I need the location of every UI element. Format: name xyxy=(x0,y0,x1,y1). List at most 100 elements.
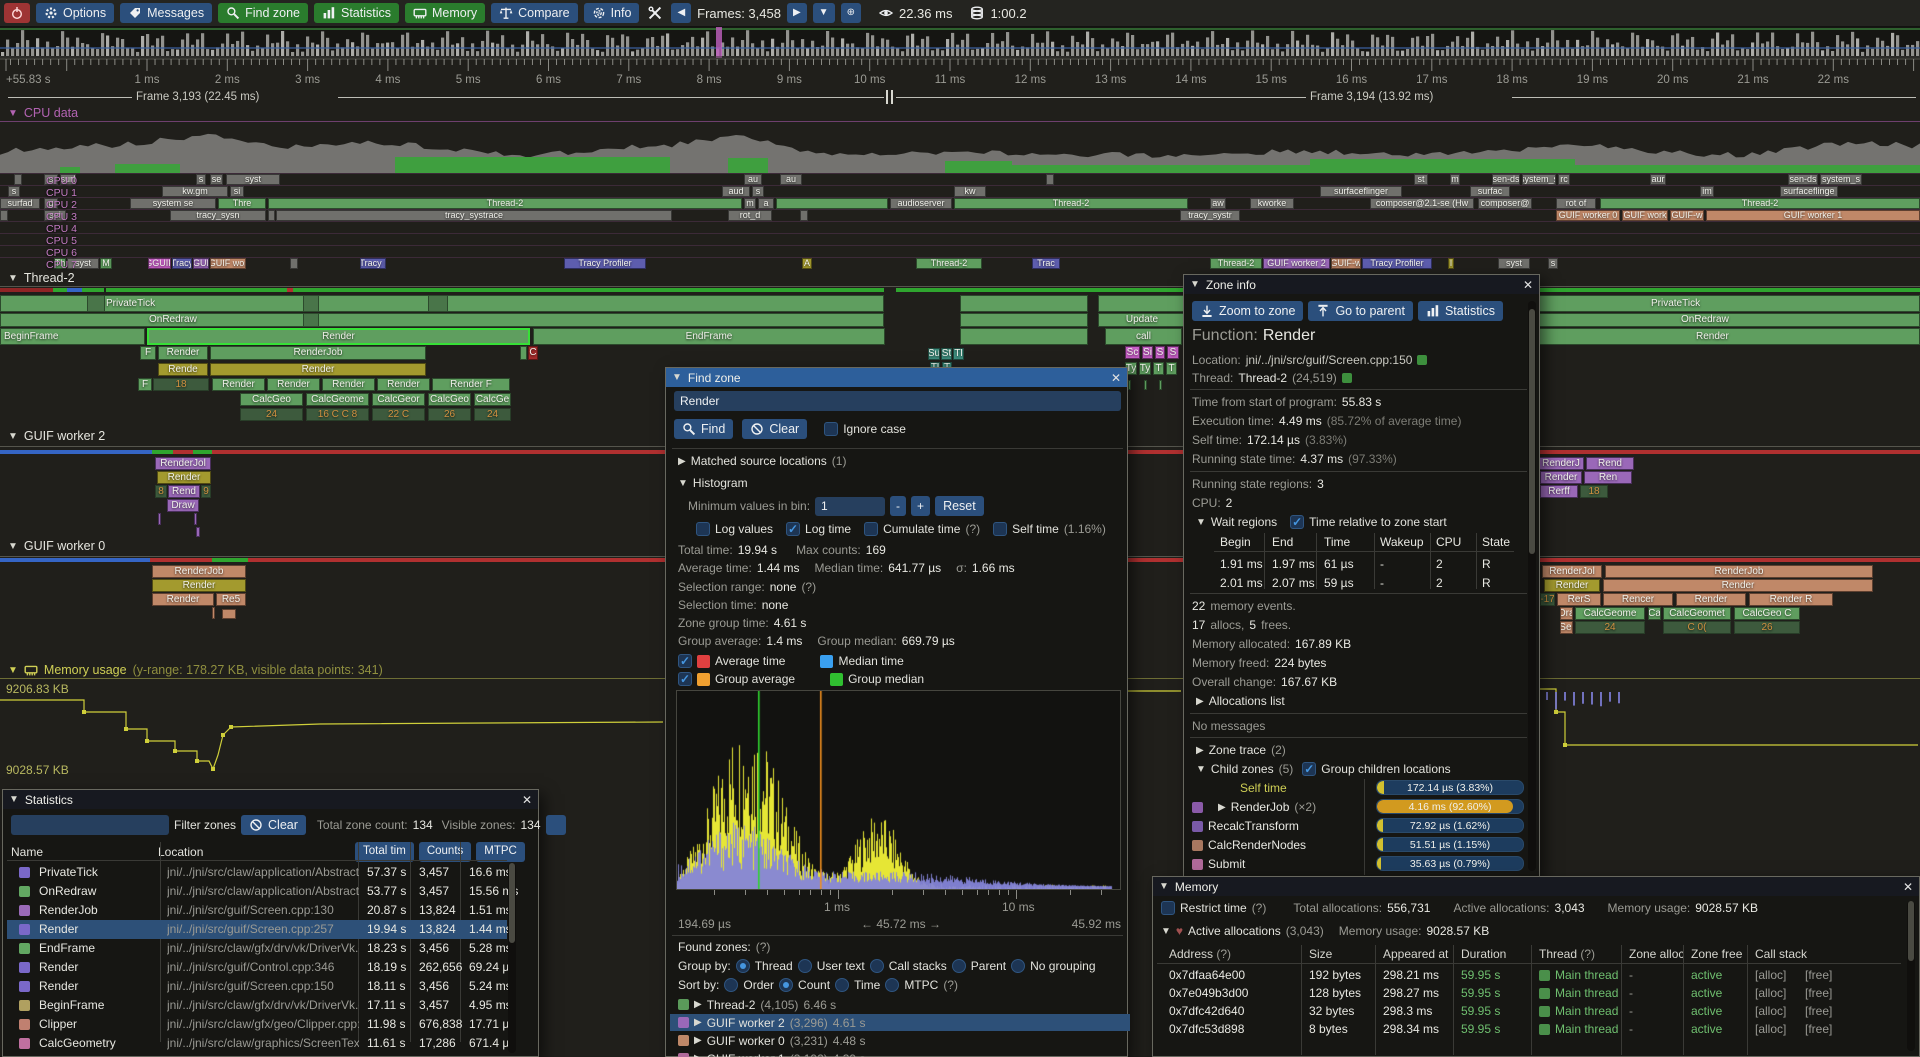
center-view-button[interactable]: ⊕ xyxy=(841,3,861,23)
minus-button[interactable]: - xyxy=(890,496,906,516)
timeline-zone[interactable]: Render xyxy=(1676,593,1746,606)
cpu-zone[interactable] xyxy=(800,210,808,221)
memory-col-header[interactable]: Address (?) xyxy=(1169,947,1231,961)
cpu-zone[interactable]: s xyxy=(8,186,20,197)
find-button[interactable]: Find xyxy=(674,419,733,439)
timeline-zone[interactable] xyxy=(158,513,161,525)
statistics-button[interactable]: Statistics xyxy=(1418,301,1503,321)
group-by-option[interactable]: No grouping xyxy=(1030,959,1095,973)
cpu-zone[interactable]: st xyxy=(1414,174,1428,185)
timeline-zone[interactable]: S xyxy=(1167,346,1179,359)
cpu-zone[interactable]: audioserver xyxy=(890,198,952,209)
allocation-row[interactable]: 0x7dfc42d64032 bytes298.3 ms59.95 sMain … xyxy=(1153,1003,1913,1021)
timeline-zone[interactable]: 8 xyxy=(155,485,167,498)
collapse-icon[interactable]: ▼ xyxy=(1161,926,1171,937)
cpu-zone[interactable]: GUIF worker 0 xyxy=(1556,210,1620,221)
timeline-zone[interactable] xyxy=(960,328,1088,345)
collapse-icon[interactable]: ▼ xyxy=(8,431,18,442)
cpu-zone[interactable] xyxy=(776,198,888,209)
guif-worker2-header[interactable]: ▼ GUIF worker 2 xyxy=(8,429,105,443)
frame-overview-strip[interactable] xyxy=(0,27,1920,58)
group-by-option[interactable]: Thread xyxy=(755,959,793,973)
timeline-zone[interactable]: 16 C C 8 xyxy=(306,408,369,421)
cpu-zone[interactable]: rot_d xyxy=(728,210,772,221)
child-zone-row[interactable]: ▶RenderJob(×2) xyxy=(1192,800,1316,814)
clear-button[interactable]: Clear xyxy=(742,419,807,439)
zoom-to-zone-button[interactable]: Zoom to zone xyxy=(1192,301,1303,321)
find-zone-histogram[interactable] xyxy=(676,690,1121,890)
timeline-zone[interactable]: CalcGeomet xyxy=(1663,607,1731,620)
timeline-zone[interactable]: CalcGeo xyxy=(240,393,303,406)
help-hint[interactable]: (?) xyxy=(1252,901,1267,915)
statistics-row[interactable]: Renderjni/../jni/src/guif/Control.cpp:34… xyxy=(7,958,507,977)
cpu-zone[interactable]: Tracy Profiler xyxy=(564,258,646,269)
timeline-zone[interactable]: RenderJol xyxy=(155,457,211,470)
next-frame-button[interactable]: ▶ xyxy=(787,3,807,23)
col-total-time[interactable]: Total tim xyxy=(355,842,414,862)
cpu-zone[interactable]: im xyxy=(1700,186,1714,197)
timeline-zone[interactable]: -17 xyxy=(1540,593,1555,606)
statistics-button[interactable]: Statistics xyxy=(314,3,399,23)
allocation-row[interactable]: 0x7dfc53d8988 bytes298.34 ms59.95 sMain … xyxy=(1153,1021,1913,1039)
cpu-zone[interactable]: system_s xyxy=(1522,174,1556,185)
timeline-zone[interactable]: EndFrame xyxy=(533,328,885,345)
cpu-zone[interactable]: kworke xyxy=(1250,198,1294,209)
collapse-icon[interactable]: ▼ xyxy=(672,372,682,383)
group-by-radio[interactable] xyxy=(798,959,812,973)
cpu-zone[interactable]: rc xyxy=(1558,174,1570,185)
timeline-zone[interactable]: Draw xyxy=(167,499,199,512)
cpu-zone[interactable]: au xyxy=(780,174,802,185)
cpu-zone[interactable]: s xyxy=(1548,258,1558,269)
timeline-zone[interactable]: RenderJol xyxy=(1542,565,1602,578)
memory-col-header[interactable]: Size xyxy=(1309,947,1332,961)
group-by-option[interactable]: Call stacks xyxy=(889,959,947,973)
found-zone-group[interactable]: ▶GUIF worker 0(3,231)4.48 s xyxy=(670,1032,1130,1049)
cpu-zone[interactable]: GUIF wor xyxy=(210,258,246,269)
zone-thread[interactable]: Thread-2 xyxy=(1238,371,1287,385)
cpu-zone[interactable]: system se xyxy=(130,198,216,209)
cpu-zone[interactable]: kw xyxy=(954,186,986,197)
timeline-zone[interactable]: Render xyxy=(1540,471,1582,484)
collapse-icon[interactable]: ▼ xyxy=(8,665,18,676)
timeline-zone[interactable]: RenderJ xyxy=(1538,457,1584,470)
cpu-zone[interactable]: m xyxy=(744,198,756,209)
timeline-zone[interactable]: Render xyxy=(152,579,246,592)
timeline-zone[interactable]: Rend xyxy=(168,485,200,498)
timeline-zone[interactable] xyxy=(960,313,1088,327)
group-by-radio[interactable] xyxy=(736,959,750,973)
collapse-icon[interactable]: ▼ xyxy=(8,541,18,552)
cpu-zone[interactable]: surfac xyxy=(1470,186,1510,197)
cpu-data-header[interactable]: ▼ CPU data xyxy=(8,106,78,120)
statistics-scrollbar[interactable] xyxy=(508,863,516,1053)
timeline-zone[interactable]: Si xyxy=(1142,346,1153,359)
cpu-zone[interactable]: composer@ xyxy=(1478,198,1532,209)
timeline-zone[interactable]: Render xyxy=(377,378,430,391)
cpu-zone[interactable]: GUIF worker 1 xyxy=(1706,210,1920,221)
cpu-zone[interactable]: au xyxy=(744,174,762,185)
timeline-zone[interactable]: OnRedraw xyxy=(0,313,884,327)
legend-checkbox[interactable]: ✓ xyxy=(678,672,692,686)
sort-by-radio[interactable] xyxy=(724,978,738,992)
frame-markers[interactable]: Frame 3,193 (22.45 ms)Frame 3,194 (13.92… xyxy=(0,90,1920,105)
find-zone-titlebar[interactable]: ▼ Find zone ✕ xyxy=(666,368,1127,387)
wait-col-header[interactable]: State xyxy=(1482,535,1510,549)
timeline-zone[interactable]: Render xyxy=(157,471,211,484)
child-zone-row[interactable]: CalcRenderNodes xyxy=(1192,838,1306,852)
cpu-zone[interactable]: sen-ds xyxy=(1492,174,1520,185)
memory-usage-header[interactable]: ▼ Memory usage (y-range: 178.27 KB, visi… xyxy=(8,663,383,677)
statistics-row[interactable]: Clipperjni/../jni/src/claw/gfx/geo/Clipp… xyxy=(7,1015,507,1034)
timeline-zone[interactable]: T xyxy=(1153,362,1164,375)
log-time-checkbox[interactable]: ✓ xyxy=(786,522,800,536)
source-indicator[interactable] xyxy=(1417,355,1427,365)
timeline-zone[interactable]: Rend xyxy=(1586,457,1634,470)
child-time-bar[interactable]: 35.63 µs (0.79%) xyxy=(1376,856,1524,871)
timeline-zone[interactable]: Sc xyxy=(1125,346,1140,359)
timeline-zone[interactable]: 9 xyxy=(201,485,211,498)
timeline-zone[interactable]: 18 xyxy=(153,378,209,391)
timeline-zone[interactable]: T xyxy=(1166,362,1177,375)
cpu-zone[interactable]: syst xyxy=(1498,258,1530,269)
group-by-option[interactable]: Parent xyxy=(971,959,1006,973)
cpu-zone[interactable]: aur xyxy=(1650,174,1666,185)
cpu-zone[interactable] xyxy=(290,258,298,269)
memory-button[interactable]: Memory xyxy=(405,3,485,23)
